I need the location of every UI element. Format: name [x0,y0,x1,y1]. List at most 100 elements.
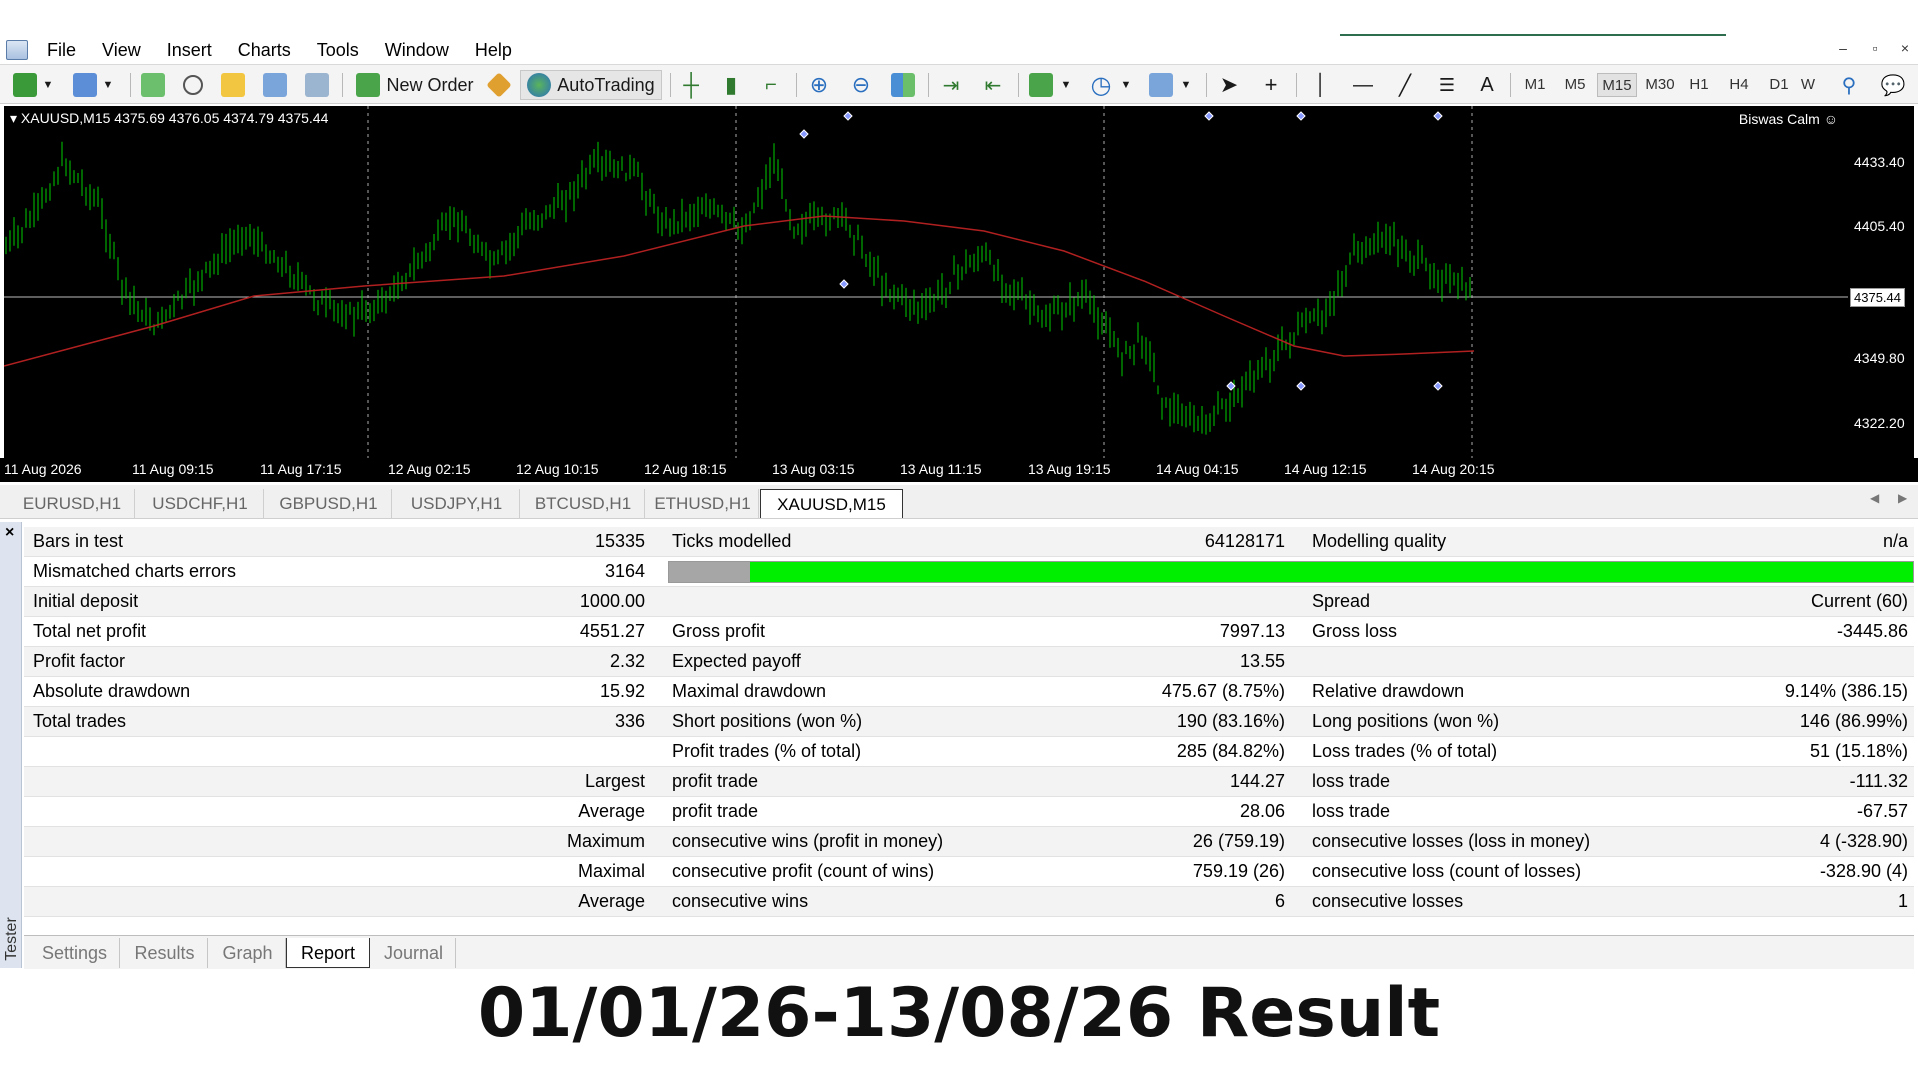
report-value: 7997.13 [1219,621,1285,641]
report-label: Expected payoff [672,651,801,671]
candlestick-icon[interactable]: ▮ [716,70,746,100]
crosshair-icon[interactable]: + [1256,70,1286,100]
report-label: Loss trades (% of total) [1312,741,1498,761]
tab-journal[interactable]: Journal [372,938,456,968]
menu-insert[interactable]: Insert [154,36,225,64]
close-icon[interactable]: × [1896,40,1914,56]
tab-ethusd-h1[interactable]: ETHUSD,H1 [647,489,759,518]
chart-canvas [4,106,1848,458]
minimize-icon[interactable]: – [1834,40,1852,56]
tab-btcusd-h1[interactable]: BTCUSD,H1 [522,489,645,518]
report-value: 4 (-328.90) [1819,831,1908,851]
chevron-down-icon[interactable]: ▼ [100,70,116,100]
timeframe-m1[interactable]: M1 [1518,73,1552,97]
time-label: 12 Aug 10:15 [516,461,599,477]
tab-gbpusd-h1[interactable]: GBPUSD,H1 [266,489,392,518]
trade-arrow-icon [1296,381,1306,391]
tab-usdjpy-h1[interactable]: USDJPY,H1 [394,489,520,518]
market-watch-icon[interactable] [138,70,168,100]
table-row: Mismatched charts errors 3164 [24,557,1914,587]
vertical-line-icon[interactable]: │ [1306,70,1336,100]
favorites-icon[interactable] [218,70,248,100]
navigator-icon[interactable] [178,70,208,100]
tab-settings[interactable]: Settings [30,938,120,968]
time-axis[interactable]: 11 Aug 2026 11 Aug 09:15 11 Aug 17:15 12… [0,458,1918,482]
timeframe-h1[interactable]: H1 [1684,73,1714,97]
report-label: consecutive wins [672,891,809,911]
report-label: Mismatched charts errors [33,561,237,581]
tab-usdchf-h1[interactable]: USDCHF,H1 [137,489,264,518]
autoscroll-icon[interactable]: ⇥ [936,70,966,100]
timeframe-d1[interactable]: D1 [1764,73,1794,97]
chart-shift-icon[interactable]: ⇤ [978,70,1008,100]
tab-xauusd-m15[interactable]: XAUUSD,M15 [760,489,903,518]
menu-charts[interactable]: Charts [225,36,304,64]
price-chart[interactable]: ▾ XAUUSD,M15 4375.69 4376.05 4374.79 437… [4,106,1848,458]
menu-help[interactable]: Help [462,36,525,64]
strategy-tester-icon[interactable] [302,70,332,100]
menu-file[interactable]: File [34,36,89,64]
report-label: Profit trades (% of total) [672,741,862,761]
chevron-down-icon[interactable]: ▼ [1118,70,1134,100]
time-label: 14 Aug 20:15 [1412,461,1495,477]
report-value: 3164 [604,561,645,581]
zoom-out-icon[interactable]: ⊖ [846,70,876,100]
line-chart-icon[interactable]: ⌐ [756,70,786,100]
report-value: 51 (15.18%) [1809,741,1908,761]
menu-window[interactable]: Window [372,36,462,64]
menu-view[interactable]: View [89,36,154,64]
report-label: Maximal [577,861,645,881]
text-icon[interactable]: A [1472,70,1502,100]
timeframe-m30[interactable]: M30 [1640,73,1680,97]
chat-icon[interactable]: 💬 [1876,70,1910,100]
cursor-icon[interactable]: ➤ [1214,70,1244,100]
report-label: Initial deposit [33,591,139,611]
app-icon[interactable] [6,40,28,60]
bar-chart-icon[interactable]: ┼ [676,70,706,100]
chevron-down-icon[interactable]: ▼ [40,70,56,100]
chevron-down-icon[interactable]: ▼ [1178,70,1194,100]
tile-windows-icon[interactable] [888,70,918,100]
report-label: Gross loss [1312,621,1398,641]
profiles-icon[interactable] [70,70,100,100]
timeframe-m15[interactable]: M15 [1597,73,1637,97]
autotrading-button[interactable]: AutoTrading [520,70,662,100]
metaeditor-icon[interactable] [484,70,514,100]
templates-icon[interactable] [1146,70,1176,100]
restore-icon[interactable]: ▫ [1866,40,1884,56]
tab-results[interactable]: Results [122,938,208,968]
tab-graph[interactable]: Graph [210,938,286,968]
tab-eurusd-h1[interactable]: EURUSD,H1 [10,489,135,518]
price-scale[interactable]: 4433.40 4405.40 4349.80 4322.20 4375.44 [1848,106,1914,458]
report-value: 15335 [594,531,645,551]
new-order-button[interactable]: New Order [350,70,480,100]
report-label: Gross profit [672,621,766,641]
chart-tabs: EURUSD,H1 USDCHF,H1 GBPUSD,H1 USDJPY,H1 … [0,485,1918,519]
search-icon[interactable]: ⚲ [1834,70,1864,100]
smiley-icon: ☺ [1823,111,1838,127]
result-caption: 01/01/26-13/08/26 Result [477,974,1441,1053]
tab-report[interactable]: Report [286,938,370,968]
mismatch-bar-fill [669,562,750,582]
price-label: 4405.40 [1854,218,1905,234]
timeframe-h4[interactable]: H4 [1724,73,1754,97]
timeframe-m5[interactable]: M5 [1558,73,1592,97]
indicators-icon[interactable] [1026,70,1056,100]
chevron-down-icon[interactable]: ▼ [1058,70,1074,100]
table-row: Profit factor 2.32 Expected payoff 13.55 [24,647,1914,677]
report-label: Maximum [566,831,645,851]
close-icon[interactable]: × [5,524,14,542]
menu-tools[interactable]: Tools [304,36,372,64]
report-value: 1000.00 [579,591,645,611]
horizontal-line-icon[interactable]: — [1348,70,1378,100]
data-window-icon[interactable] [260,70,290,100]
tab-scroll-right-icon[interactable]: ▶ [1898,491,1907,505]
tab-scroll-left-icon[interactable]: ◀ [1870,491,1879,505]
timeframe-w1[interactable]: W [1800,73,1816,97]
zoom-in-icon[interactable]: ⊕ [804,70,834,100]
new-chart-icon[interactable] [10,70,40,100]
time-label: 13 Aug 19:15 [1028,461,1111,477]
fibonacci-icon[interactable]: ☰ [1432,70,1462,100]
periods-icon[interactable]: ◷ [1086,70,1116,100]
trendline-icon[interactable]: ╱ [1390,70,1420,100]
